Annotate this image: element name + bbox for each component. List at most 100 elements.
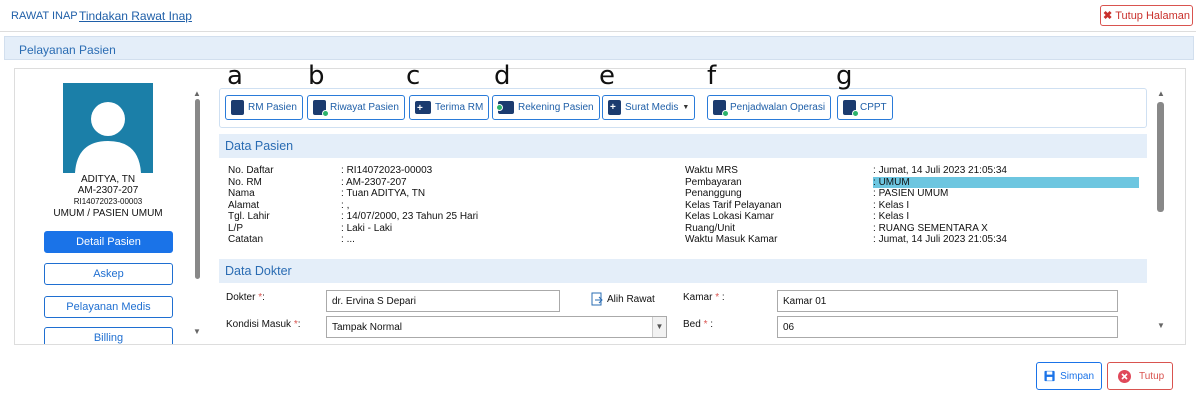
data-pasien-label: Kelas Lokasi Kamar <box>685 211 774 222</box>
data-pasien-value: : ... <box>341 234 355 245</box>
step-letter-a: a <box>227 61 243 91</box>
patient-reg: RI14072023-00003 <box>73 197 143 206</box>
penjadwalan-operasi-label: Penjadwalan Operasi <box>730 102 826 113</box>
data-pasien-label: Nama <box>228 188 255 199</box>
data-pasien-value: : Kelas I <box>873 199 910 211</box>
scroll-down-arrow-icon[interactable]: ▼ <box>1157 321 1165 330</box>
data-pasien-label: Tgl. Lahir <box>228 211 270 222</box>
close-page-button[interactable]: ✖ Tutup Halaman <box>1100 5 1193 26</box>
close-circle-icon <box>1118 369 1131 383</box>
data-pasien-label: Kelas Tarif Pelayanan <box>685 199 782 211</box>
close-button[interactable]: Tutup <box>1107 362 1173 390</box>
rm-pasien-label: RM Pasien <box>248 102 297 113</box>
data-pasien-value: : Tuan ADITYA, TN <box>341 188 426 199</box>
avatar <box>63 83 153 173</box>
top-bar: RAWAT INAP Tindakan Rawat Inap ✖ Tutup H… <box>0 0 1196 32</box>
data-pasien-value: : 14/07/2000, 23 Tahun 25 Hari <box>341 211 479 222</box>
notes-icon <box>843 100 859 117</box>
breadcrumb-section[interactable]: RAWAT INAP <box>11 10 78 22</box>
main-scrollbar[interactable] <box>1157 102 1164 212</box>
dokter-field[interactable]: dr. Ervina S Depari <box>326 290 560 312</box>
data-pasien-label: No. RM <box>228 176 262 188</box>
data-pasien-value: : RI14072023-00003 <box>341 165 433 176</box>
panel-body: ADITYA, TN AM-2307-207 RI14072023-00003 … <box>14 68 1186 345</box>
close-page-label: Tutup Halaman <box>1115 9 1191 22</box>
patient-rm: AM-2307-207 <box>77 185 139 196</box>
step-letter-b: b <box>308 61 325 91</box>
data-pasien-value: : UMUM <box>873 176 1139 188</box>
surat-medis-label: Surat Medis <box>625 102 679 113</box>
data-pasien-label: L/P <box>228 222 244 234</box>
detail-pasien-button[interactable]: Detail Pasien <box>44 231 173 253</box>
kondisi-masuk-value: Tampak Normal <box>332 322 403 333</box>
breadcrumb-current[interactable]: Tindakan Rawat Inap <box>79 9 192 23</box>
caret-down-icon: ▼ <box>682 104 690 111</box>
data-pasien-value: : AM-2307-207 <box>341 176 407 188</box>
transfer-document-icon <box>591 292 603 306</box>
data-pasien-label: Penanggung <box>685 188 742 199</box>
scroll-up-arrow-icon[interactable]: ▲ <box>193 89 201 98</box>
data-pasien-label: Waktu MRS <box>685 165 738 176</box>
step-letter-f: f <box>707 61 717 91</box>
kamar-field[interactable]: Kamar 01 <box>777 290 1118 312</box>
data-pasien-value: : Jumat, 14 Juli 2023 21:05:34 <box>873 234 1007 245</box>
panel-title: Pelayanan Pasien <box>4 36 1194 60</box>
patient-payer: UMUM / PASIEN UMUM <box>53 208 163 219</box>
schedule-document-icon <box>713 100 729 117</box>
surat-medis-dropdown[interactable]: + Surat Medis ▼ <box>602 95 696 120</box>
rekening-pasien-label: Rekening Pasien <box>518 102 594 113</box>
data-pasien-value: : RUANG SEMENTARA X <box>873 222 988 234</box>
data-pasien-value: : Jumat, 14 Juli 2023 21:05:34 <box>873 165 1007 176</box>
user-silhouette-icon <box>75 102 141 173</box>
save-icon <box>1044 370 1055 382</box>
billing-button[interactable]: Billing <box>44 327 173 344</box>
document-icon <box>231 100 244 115</box>
save-label: Simpan <box>1060 370 1094 382</box>
data-pasien-value: : , <box>341 199 350 211</box>
data-dokter-header: Data Dokter <box>219 259 1147 283</box>
kamar-label: Kamar * : <box>683 292 725 303</box>
cppt-label: CPPT <box>860 102 887 113</box>
bed-label: Bed * : <box>683 319 714 330</box>
step-letter-c: c <box>406 61 421 91</box>
data-pasien-label: Catatan <box>228 234 264 245</box>
cppt-button[interactable]: CPPT <box>837 95 893 120</box>
riwayat-pasien-button[interactable]: Riwayat Pasien <box>307 95 405 120</box>
riwayat-pasien-label: Riwayat Pasien <box>330 102 399 113</box>
close-icon: ✖ <box>1102 10 1113 22</box>
data-pasien-value: : Laki - Laki <box>341 222 393 234</box>
penjadwalan-operasi-button[interactable]: Penjadwalan Operasi <box>707 95 832 120</box>
rm-pasien-button[interactable]: RM Pasien <box>225 95 303 120</box>
pelayanan-medis-button[interactable]: Pelayanan Medis <box>44 296 173 318</box>
step-letter-g: g <box>836 61 853 91</box>
step-letter-e: e <box>599 61 615 91</box>
scroll-up-arrow-icon[interactable]: ▲ <box>1157 89 1165 98</box>
kondisi-masuk-label: Kondisi Masuk *: <box>226 319 301 330</box>
terima-rm-button[interactable]: + Terima RM <box>409 95 490 120</box>
chevron-down-icon: ▼ <box>652 317 666 337</box>
data-pasien-label: Waktu Masuk Kamar <box>685 234 778 245</box>
data-pasien-label: Alamat <box>228 199 260 211</box>
dokter-label: Dokter *: <box>226 292 265 303</box>
save-button[interactable]: Simpan <box>1036 362 1102 390</box>
step-letter-d: d <box>494 61 511 91</box>
data-pasien-label: Ruang/Unit <box>685 222 736 234</box>
data-pasien-value: : PASIEN UMUM <box>873 188 949 199</box>
data-pasien-header: Data Pasien <box>219 134 1147 158</box>
kondisi-masuk-select[interactable]: Tampak Normal ▼ <box>326 316 667 338</box>
rekening-pasien-button[interactable]: Rekening Pasien <box>492 95 600 120</box>
wallet-icon <box>496 101 514 114</box>
bed-field[interactable]: 06 <box>777 316 1118 338</box>
data-pasien-label: Pembayaran <box>685 176 742 188</box>
medical-letter-icon: + <box>608 100 621 115</box>
left-scrollbar[interactable] <box>195 99 200 279</box>
history-document-icon <box>313 100 329 117</box>
data-pasien-label: No. Daftar <box>228 165 274 176</box>
alih-rawat-label: Alih Rawat <box>607 293 655 305</box>
data-pasien-value: : Kelas I <box>873 211 910 222</box>
scroll-down-arrow-icon[interactable]: ▼ <box>193 327 201 336</box>
askep-button[interactable]: Askep <box>44 263 173 285</box>
patient-name: ADITYA, TN <box>80 174 136 185</box>
terima-rm-label: Terima RM <box>435 102 484 113</box>
alih-rawat-button[interactable]: Alih Rawat <box>591 292 655 306</box>
